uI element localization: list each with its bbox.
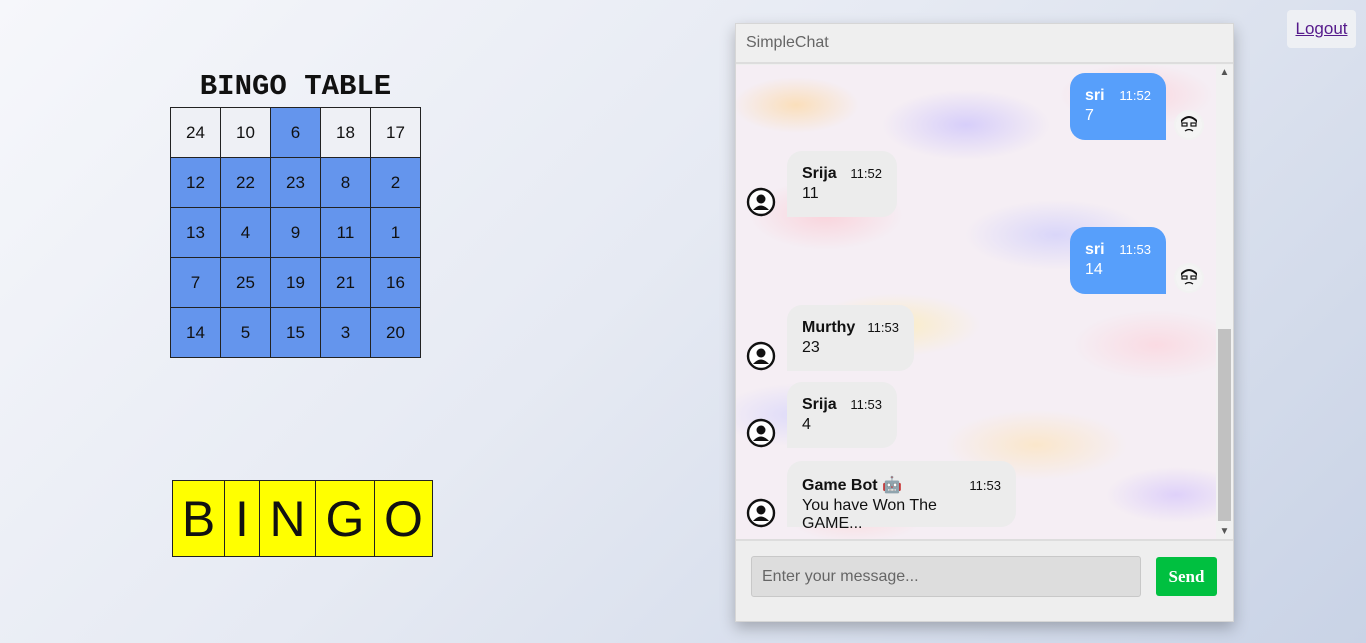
default-avatar-icon	[746, 418, 776, 448]
bingo-cell[interactable]: 10	[220, 107, 271, 158]
bingo-letter: B	[173, 481, 225, 556]
bingo-letter: O	[375, 481, 432, 556]
chat-scrollbar[interactable]: ▲ ▼	[1216, 65, 1233, 539]
bingo-cell[interactable]: 21	[320, 257, 371, 308]
default-avatar-icon	[746, 187, 776, 217]
message-text: You have Won The GAME...	[802, 497, 937, 532]
bingo-row: 7 25 19 21 16	[170, 257, 421, 308]
scroll-up-icon[interactable]: ▲	[1216, 65, 1233, 80]
bingo-cell[interactable]: 6	[270, 107, 321, 158]
bingo-cell[interactable]: 3	[320, 307, 371, 358]
user-avatar-icon	[1174, 263, 1204, 293]
message-bubble: Srija 11:53 4	[787, 382, 897, 448]
bingo-cell[interactable]: 1	[370, 207, 421, 258]
message-text: 4	[802, 416, 811, 433]
bingo-cell[interactable]: 18	[320, 107, 371, 158]
chat-input-area: Send	[736, 539, 1233, 621]
send-button[interactable]: Send	[1156, 557, 1217, 596]
message-text: 23	[802, 339, 820, 356]
bingo-title: BINGO TABLE	[199, 70, 392, 103]
message-author: Murthy	[802, 319, 856, 336]
message-bubble: sri 11:52 7	[1070, 73, 1166, 140]
message-input[interactable]	[751, 556, 1141, 597]
message-author: Srija	[802, 396, 837, 413]
bingo-row: 12 22 23 8 2	[170, 157, 421, 208]
user-avatar-icon	[1174, 110, 1204, 140]
bingo-cell[interactable]: 16	[370, 257, 421, 308]
message-time: 11:53	[850, 397, 882, 412]
message-author: Srija	[802, 165, 837, 182]
bingo-letter: N	[260, 481, 316, 556]
chat-panel: SimpleChat sri 11:52 7 Srija 11:52 11 sri 1…	[735, 23, 1234, 622]
logout-container: Logout	[1287, 10, 1356, 48]
message-text: 14	[1085, 261, 1103, 278]
bingo-cell[interactable]: 12	[170, 157, 221, 208]
bingo-cell[interactable]: 13	[170, 207, 221, 258]
scroll-down-icon[interactable]: ▼	[1216, 524, 1233, 539]
message-bubble: Game Bot 🤖 11:53 You have Won The GAME...	[787, 461, 1016, 532]
bingo-cell[interactable]: 22	[220, 157, 271, 208]
message-author: sri	[1085, 87, 1105, 104]
bingo-letters: BINGO	[172, 480, 433, 557]
bingo-cell[interactable]: 20	[370, 307, 421, 358]
message-time: 11:53	[1119, 242, 1151, 257]
chat-title: SimpleChat	[746, 34, 829, 51]
bingo-letter: I	[225, 481, 260, 556]
message-bubble: sri 11:53 14	[1070, 227, 1166, 294]
message-author: sri	[1085, 241, 1105, 258]
bingo-cell[interactable]: 8	[320, 157, 371, 208]
message-text: 7	[1085, 107, 1094, 124]
message-author: Game Bot 🤖	[802, 477, 902, 494]
bingo-cell[interactable]: 7	[170, 257, 221, 308]
bingo-row: 13 4 9 11 1	[170, 207, 421, 258]
bingo-letter: G	[316, 481, 375, 556]
logout-link[interactable]: Logout	[1296, 19, 1348, 39]
bingo-cell[interactable]: 2	[370, 157, 421, 208]
message-bubble: Srija 11:52 11	[787, 151, 897, 217]
chat-messages[interactable]: sri 11:52 7 Srija 11:52 11 sri 11:53 14 Mur…	[736, 65, 1233, 539]
message-time: 11:52	[1119, 88, 1151, 103]
scrollbar-thumb[interactable]	[1218, 329, 1231, 521]
message-time: 11:53	[969, 478, 1001, 493]
default-avatar-icon	[746, 341, 776, 371]
bingo-cell[interactable]: 23	[270, 157, 321, 208]
bingo-cell[interactable]: 4	[220, 207, 271, 258]
message-bubble: Murthy 11:53 23	[787, 305, 914, 371]
bingo-grid: 24 10 6 18 17 12 22 23 8 2 13 4 9 11 1 7 25 19 21 16 14 5 15 3 2…	[170, 107, 421, 358]
message-text: 11	[802, 185, 819, 202]
bingo-cell[interactable]: 15	[270, 307, 321, 358]
chat-header: SimpleChat	[736, 24, 1233, 64]
bingo-cell[interactable]: 17	[370, 107, 421, 158]
bingo-cell[interactable]: 9	[270, 207, 321, 258]
default-avatar-icon	[746, 498, 776, 528]
bingo-cell[interactable]: 24	[170, 107, 221, 158]
bingo-cell[interactable]: 14	[170, 307, 221, 358]
bingo-row: 14 5 15 3 20	[170, 307, 421, 358]
bingo-cell[interactable]: 11	[320, 207, 371, 258]
message-time: 11:52	[850, 166, 882, 181]
bingo-cell[interactable]: 19	[270, 257, 321, 308]
message-time: 11:53	[867, 320, 899, 335]
bingo-cell[interactable]: 5	[220, 307, 271, 358]
bingo-row: 24 10 6 18 17	[170, 107, 421, 158]
bingo-cell[interactable]: 25	[220, 257, 271, 308]
